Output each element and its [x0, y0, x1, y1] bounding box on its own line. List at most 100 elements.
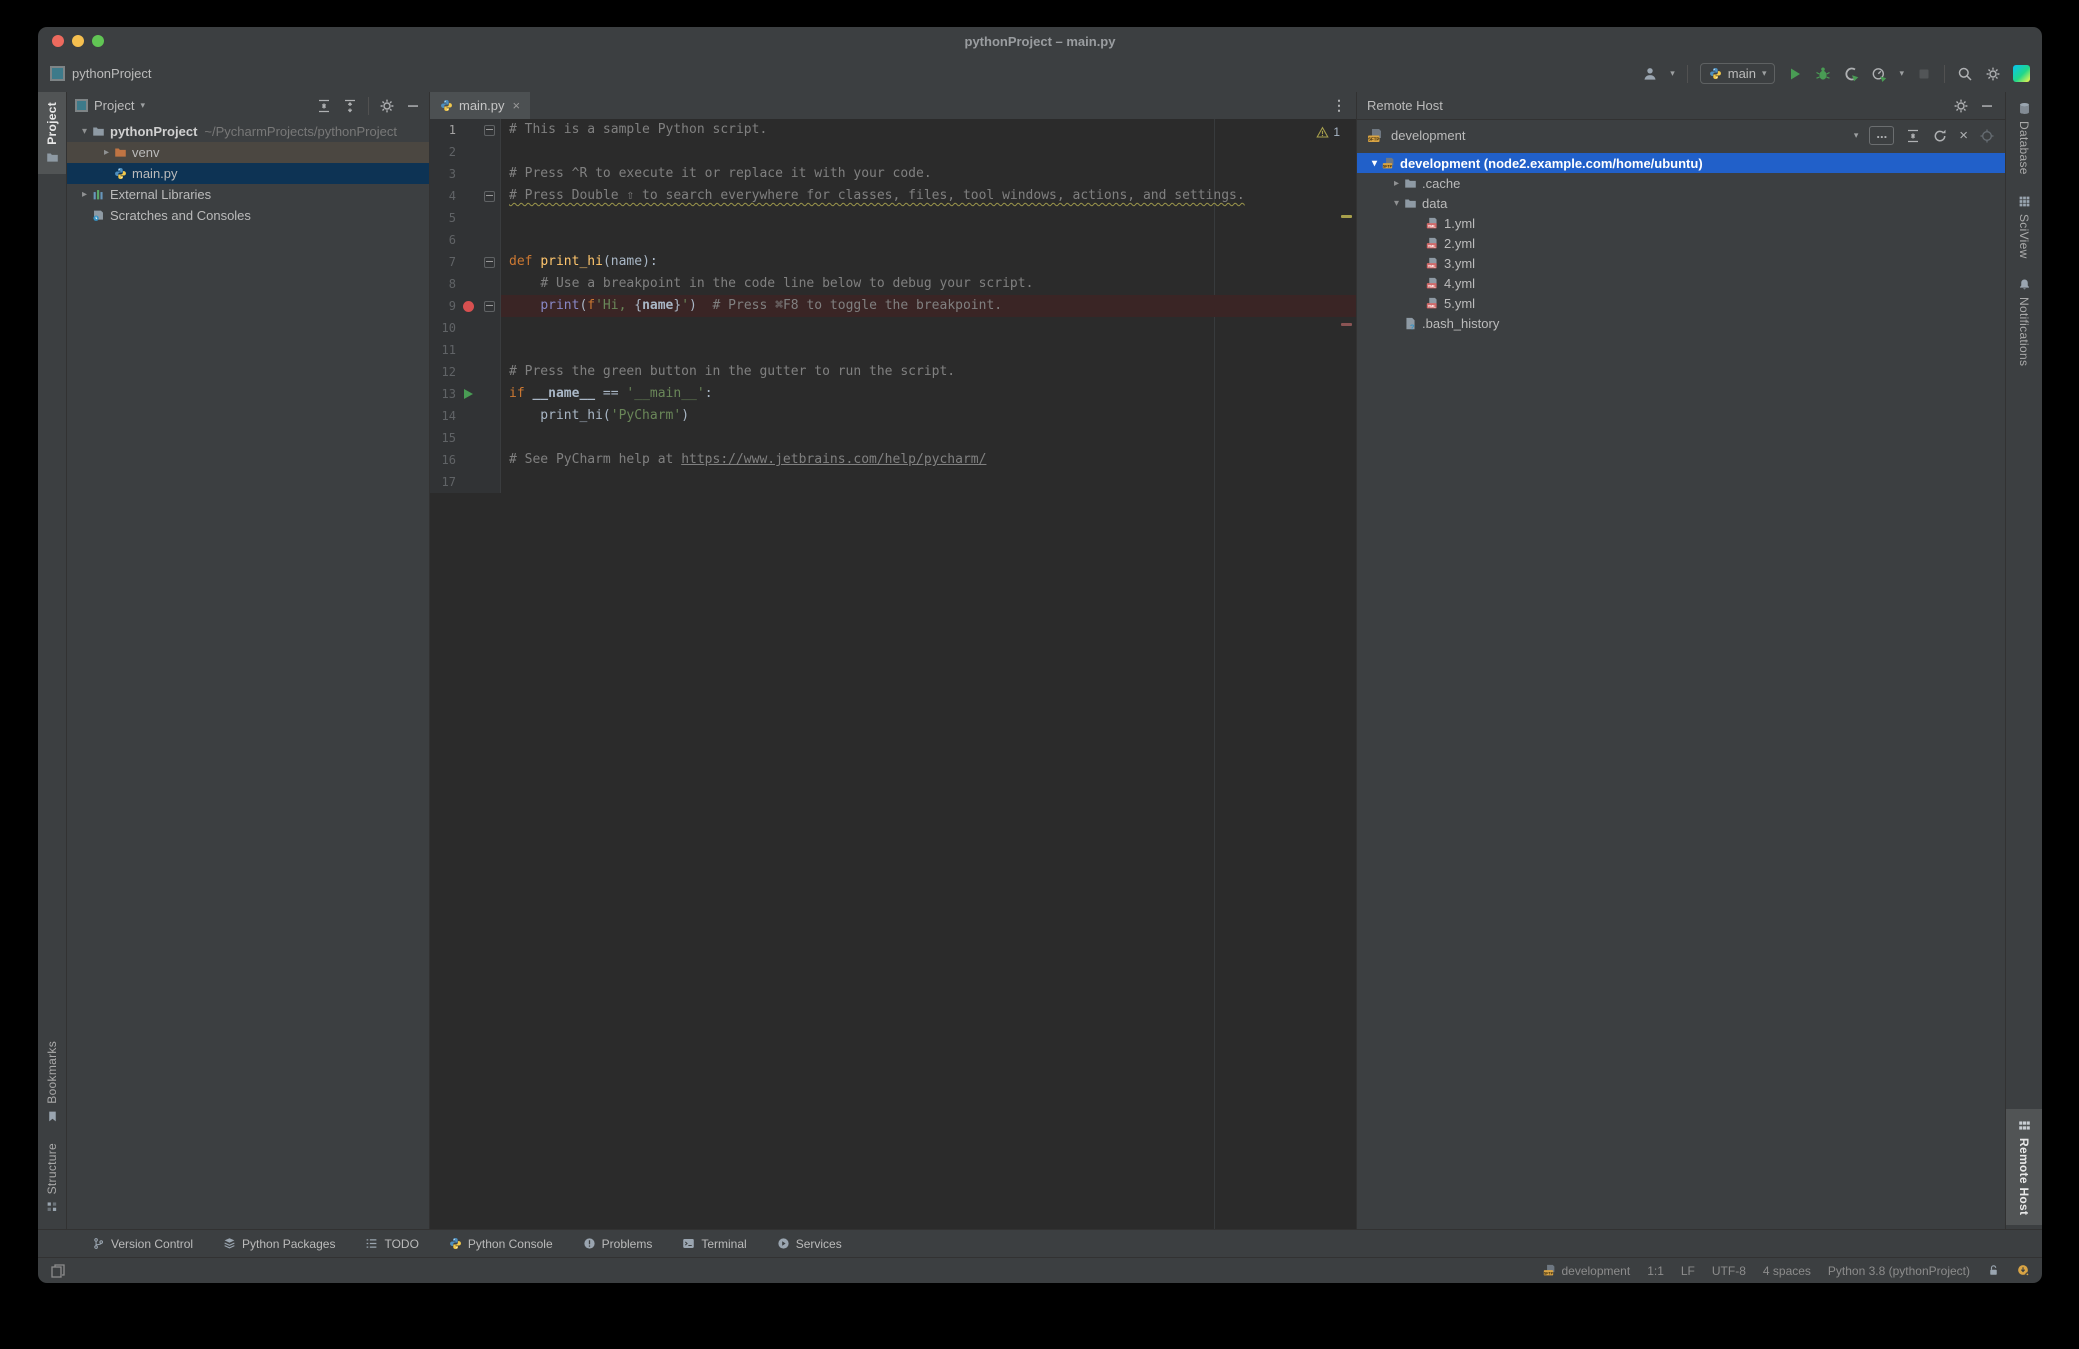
code-line-12[interactable]: 12 # Press the green button in the gutter… [430, 361, 1356, 383]
project-panel-title[interactable]: Project [94, 98, 134, 113]
line-number[interactable]: 16 [430, 449, 456, 471]
code-line-11[interactable]: 11 [430, 339, 1356, 361]
remote-tree-item-2-yml[interactable]: YML 2.yml [1357, 233, 2005, 253]
code-text[interactable]: print(f'Hi, {name}') # Press ⌘F8 to togg… [501, 295, 1356, 317]
line-number[interactable]: 6 [430, 229, 456, 251]
code-text[interactable] [501, 141, 1356, 163]
code-text[interactable] [501, 207, 1356, 229]
avatar-dropdown-icon[interactable]: ▾ [1670, 68, 1675, 79]
status-item-lf[interactable]: LF [1681, 1264, 1695, 1278]
error-stripe-warning-mark[interactable] [1341, 215, 1352, 218]
code-line-4[interactable]: 4 # Press Double ⇧ to search everywhere f… [430, 185, 1356, 207]
project-tree-item-scratches-and-consoles[interactable]: Scratches and Consoles [67, 205, 429, 226]
fold-marker-slot[interactable] [480, 256, 498, 268]
toolwindow-button-python-packages[interactable]: Python Packages [223, 1237, 335, 1251]
code-line-5[interactable]: 5 [430, 207, 1356, 229]
chevron-down-icon[interactable]: ▾ [1389, 198, 1404, 209]
remote-tree-item-bash-history[interactable]: ? .bash_history [1357, 313, 2005, 333]
line-number[interactable]: 2 [430, 141, 456, 163]
breakpoint-icon[interactable] [462, 300, 474, 312]
code-line-16[interactable]: 16 # See PyCharm help at https://www.jetb… [430, 449, 1356, 471]
server-dropdown-icon[interactable]: ▾ [1854, 130, 1859, 141]
stripe-tab-project[interactable]: Project [38, 92, 66, 174]
gutter-line-3[interactable]: 3 [430, 163, 501, 185]
disconnect-icon[interactable]: × [1959, 128, 1968, 143]
gutter-line-6[interactable]: 6 [430, 229, 501, 251]
fold-marker-slot[interactable] [480, 190, 498, 202]
gutter-line-15[interactable]: 15 [430, 427, 501, 449]
chevron-right-icon[interactable]: ▸ [1389, 178, 1404, 189]
code-text[interactable]: def print_hi(name): [501, 251, 1356, 273]
gutter-line-4[interactable]: 4 [430, 185, 501, 207]
code-text[interactable]: # Press the green button in the gutter t… [501, 361, 1356, 383]
collapse-all-icon[interactable] [342, 98, 358, 114]
toolwindow-button-terminal[interactable]: Terminal [682, 1237, 747, 1251]
code-line-8[interactable]: 8 # Use a breakpoint in the code line be… [430, 273, 1356, 295]
profiler-dropdown-icon[interactable]: ▾ [1899, 68, 1904, 79]
code-text[interactable]: # Use a breakpoint in the code line belo… [501, 273, 1356, 295]
project-options-gear-icon[interactable] [379, 98, 395, 114]
status-item-utf-8[interactable]: UTF-8 [1712, 1264, 1746, 1278]
run-slot[interactable] [456, 389, 480, 399]
toolwindow-button-services[interactable]: Services [777, 1237, 842, 1251]
line-number[interactable]: 11 [430, 339, 456, 361]
fold-marker-icon[interactable] [483, 124, 495, 136]
code-line-13[interactable]: 13 if __name__ == '__main__': [430, 383, 1356, 405]
project-view-dropdown-icon[interactable]: ▾ [140, 100, 145, 111]
code-text[interactable] [501, 471, 1356, 493]
gutter-line-13[interactable]: 13 [430, 383, 501, 405]
line-number[interactable]: 4 [430, 185, 456, 207]
tab-main-py[interactable]: main.py × [430, 92, 531, 119]
remote-tree-item-1-yml[interactable]: YML 1.yml [1357, 213, 2005, 233]
toolwindow-button-todo[interactable]: TODO [365, 1237, 419, 1251]
code-text[interactable]: print_hi('PyCharm') [501, 405, 1356, 427]
remote-tree-item-5-yml[interactable]: YML 5.yml [1357, 293, 2005, 313]
close-tab-icon[interactable]: × [513, 98, 521, 113]
stripe-tab-bookmarks[interactable]: Bookmarks [38, 1031, 66, 1133]
refresh-icon[interactable] [1932, 128, 1948, 144]
code-line-17[interactable]: 17 [430, 471, 1356, 493]
gutter-line-17[interactable]: 17 [430, 471, 501, 493]
stripe-tab-structure[interactable]: Structure [38, 1133, 66, 1223]
code-line-6[interactable]: 6 [430, 229, 1356, 251]
fold-marker-slot[interactable] [480, 124, 498, 136]
remote-options-gear-icon[interactable] [1953, 98, 1969, 114]
breakpoint-slot[interactable] [456, 300, 480, 312]
code-line-14[interactable]: 14 print_hi('PyCharm') [430, 405, 1356, 427]
stripe-tab-sciview[interactable]: SciView [2006, 185, 2042, 269]
search-everywhere-icon[interactable] [1957, 66, 1973, 82]
fold-marker-slot[interactable] [480, 300, 498, 312]
gutter-line-8[interactable]: 8 [430, 273, 501, 295]
code-line-10[interactable]: 10 [430, 317, 1356, 339]
chevron-right-icon[interactable]: ▸ [77, 189, 92, 200]
inspections-widget[interactable]: 1 [1316, 125, 1340, 139]
user-avatar-icon[interactable] [1642, 66, 1658, 82]
hide-remote-panel-icon[interactable] [1979, 98, 1995, 114]
code-line-1[interactable]: 1 # This is a sample Python script. [430, 119, 1356, 141]
gutter-line-10[interactable]: 10 [430, 317, 501, 339]
status-item-development[interactable]: SFTP development [1543, 1264, 1630, 1278]
status-item-4-spaces[interactable]: 4 spaces [1763, 1264, 1811, 1278]
remote-tree-item-development-node2-example-com-home-ubuntu[interactable]: ▾ SFTP development (node2.example.com/home… [1357, 153, 2005, 173]
chevron-right-icon[interactable]: ▸ [99, 147, 114, 158]
code-text[interactable]: if __name__ == '__main__': [501, 383, 1356, 405]
server-selector-label[interactable]: development [1391, 128, 1465, 143]
gutter-line-9[interactable]: 9 [430, 295, 501, 317]
fold-marker-icon[interactable] [483, 256, 495, 268]
project-tree-item-pythonproject[interactable]: ▾ pythonProject ~/PycharmProjects/pythonPr… [67, 121, 429, 142]
stripe-tab-remote-host[interactable]: Remote Host [2006, 1108, 2042, 1225]
code-text[interactable] [501, 427, 1356, 449]
line-number[interactable]: 13 [430, 383, 456, 405]
code-line-15[interactable]: 15 [430, 427, 1356, 449]
code-line-7[interactable]: 7 def print_hi(name): [430, 251, 1356, 273]
browse-remote-more-button[interactable]: ... [1869, 126, 1895, 145]
line-number[interactable]: 15 [430, 427, 456, 449]
code-text[interactable] [501, 317, 1356, 339]
code-text[interactable] [501, 339, 1356, 361]
chevron-down-icon[interactable]: ▾ [1367, 158, 1382, 169]
line-number[interactable]: 1 [430, 119, 456, 141]
gutter-line-5[interactable]: 5 [430, 207, 501, 229]
code-text[interactable]: # See PyCharm help at https://www.jetbra… [501, 449, 1356, 471]
fold-marker-icon[interactable] [483, 190, 495, 202]
gutter-line-2[interactable]: 2 [430, 141, 501, 163]
